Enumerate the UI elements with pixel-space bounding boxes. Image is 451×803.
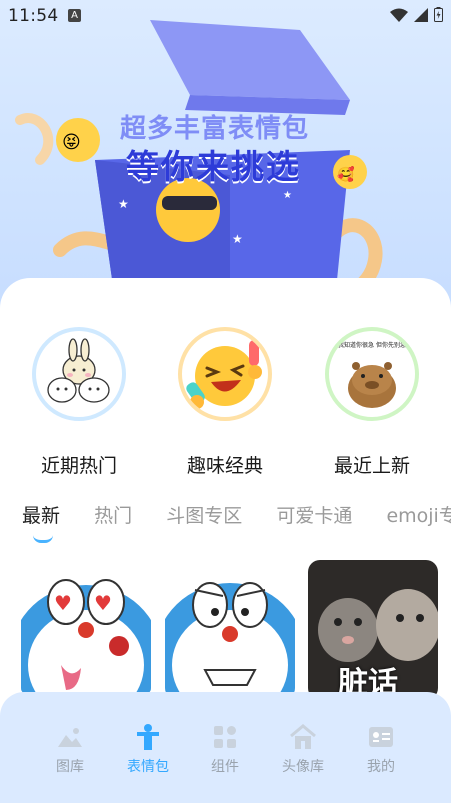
svg-text:★: ★	[283, 190, 292, 201]
category-label-hot: 近期热门	[40, 455, 117, 477]
sticker-icon	[137, 724, 159, 750]
svg-text:★: ★	[232, 232, 243, 246]
sticker-thumb[interactable]: 脏话	[308, 560, 438, 700]
sticker-grid: ♥ ♥ 脏话	[0, 560, 451, 700]
nav-label-widgets: 组件	[211, 759, 239, 775]
home-icon	[290, 724, 316, 749]
category-new-arrivals[interactable]: 我知道你很急 但你先别急 最近上新	[312, 327, 432, 478]
nav-item-avatars[interactable]: 头像库	[273, 722, 333, 776]
category-fun-classic[interactable]: 趣味经典	[165, 327, 285, 478]
category-recent-hot[interactable]: 近期热门	[19, 327, 139, 478]
nav-item-gallery[interactable]: 图库	[40, 722, 100, 776]
app-root: ★ ★ ★ 😝 🥰 超多丰富表情包 等你来挑选 11:54 A 近期热门 趣味经…	[0, 0, 451, 803]
bunny-friends-sticker	[47, 338, 110, 403]
profile-card-icon	[369, 727, 393, 747]
svg-text:♥: ♥	[54, 591, 72, 615]
category-row: 近期热门 趣味经典 我知道你很急 但你先别急 最近上新	[0, 327, 451, 487]
tab-meme-battle[interactable]: 斗图专区	[166, 501, 242, 528]
wifi-icon	[390, 8, 408, 22]
category-image-classic	[178, 327, 272, 421]
banner-title-line2: 等你来挑选	[126, 147, 301, 186]
signal-icon	[414, 7, 428, 22]
nav-label-profile: 我的	[367, 759, 395, 775]
category-image-hot	[32, 327, 126, 421]
nav-item-widgets[interactable]: 组件	[195, 722, 255, 776]
nav-item-stickers[interactable]: 表情包	[118, 722, 178, 776]
gallery-icon	[58, 728, 82, 747]
nav-label-gallery: 图库	[56, 759, 84, 775]
svg-text:♥: ♥	[94, 591, 112, 615]
status-bar: 11:54 A	[0, 0, 451, 32]
notification-a-icon: A	[68, 9, 81, 22]
sticker-thumb[interactable]	[165, 560, 295, 700]
bottom-navigation: 图库 表情包 组件 头像库 我的	[0, 692, 451, 803]
system-icons	[390, 7, 443, 22]
tab-emoji[interactable]: emoji专区	[386, 501, 451, 528]
status-time: 11:54	[8, 6, 59, 26]
svg-text:😝: 😝	[62, 132, 81, 153]
category-label-classic: 趣味经典	[186, 455, 263, 477]
sticker-thumb[interactable]: ♥ ♥	[21, 560, 151, 700]
promo-banner[interactable]: ★ ★ ★ 😝 🥰 超多丰富表情包 等你来挑选	[0, 0, 451, 310]
tab-cute-cartoon[interactable]: 可爱卡通	[276, 501, 352, 528]
capybara-sticker	[348, 362, 396, 408]
doraemon-shocked-sticker	[165, 560, 295, 700]
nav-item-profile[interactable]: 我的	[351, 722, 411, 776]
category-image-new: 我知道你很急 但你先别急	[325, 327, 419, 421]
svg-text:🥰: 🥰	[337, 165, 355, 183]
nav-label-avatars: 头像库	[282, 759, 324, 775]
laughing-emoji-sticker	[186, 340, 262, 409]
battery-icon	[434, 7, 443, 22]
widgets-icon	[214, 726, 236, 748]
svg-text:★: ★	[118, 197, 129, 211]
nav-label-stickers: 表情包	[127, 759, 169, 775]
sticker-tab-bar: 最新 热门 斗图专区 可爱卡通 emoji专区	[22, 501, 451, 541]
tab-hot[interactable]: 热门	[94, 501, 132, 528]
category-label-new: 最近上新	[333, 455, 410, 477]
doraemon-hearts-sticker: ♥ ♥	[21, 560, 151, 700]
tab-latest[interactable]: 最新	[22, 501, 60, 528]
